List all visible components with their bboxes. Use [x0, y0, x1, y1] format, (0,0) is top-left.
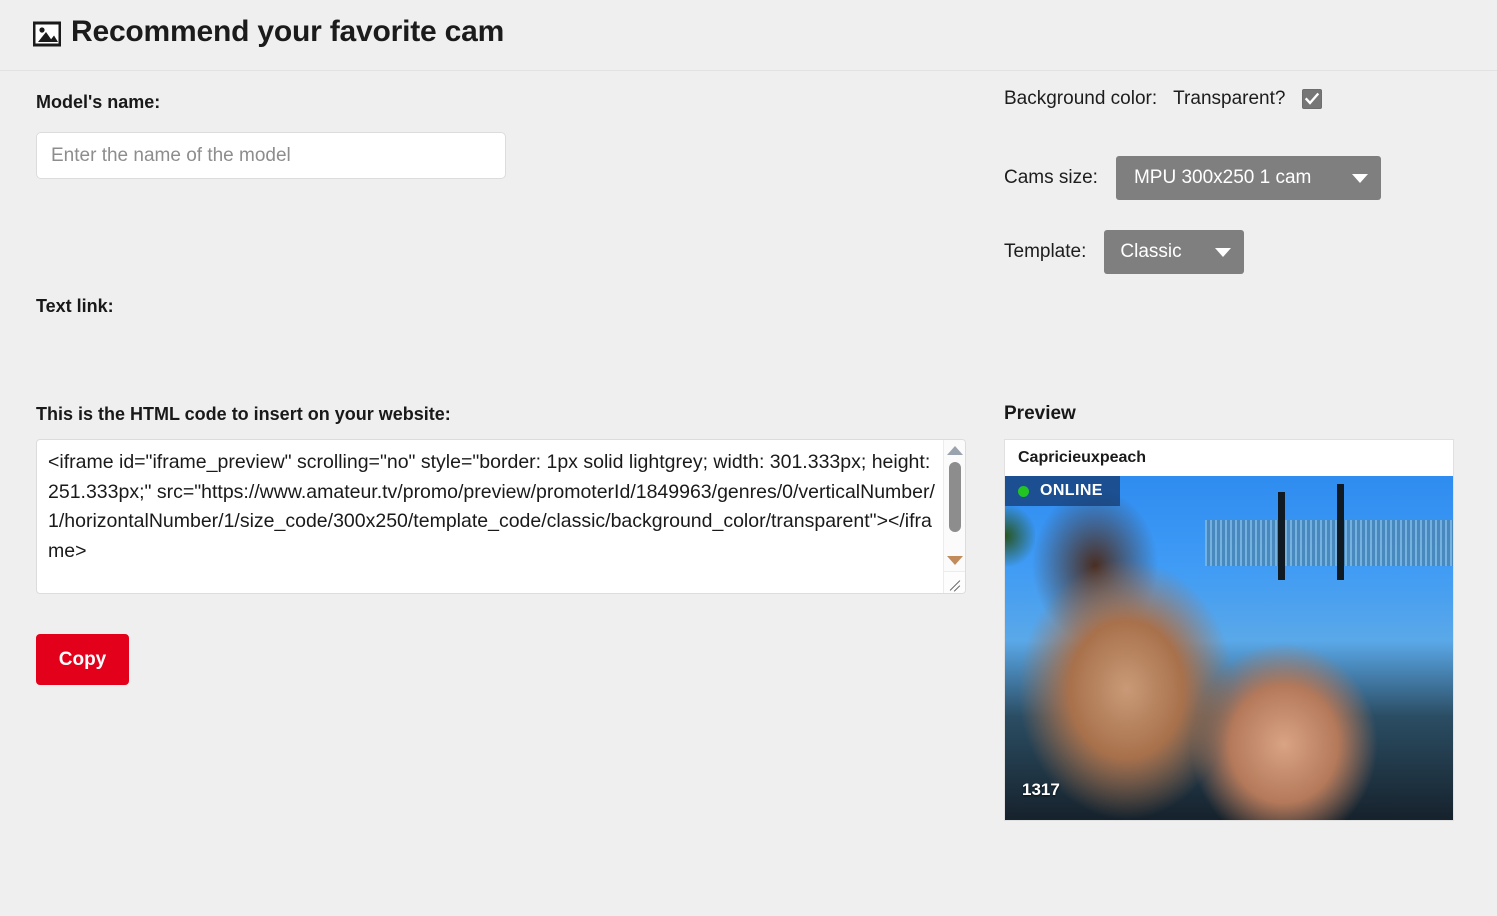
copy-button[interactable]: Copy	[36, 634, 129, 685]
post-decoration	[1278, 492, 1285, 580]
viewer-count: 1317	[1022, 780, 1060, 799]
background-color-label: Background color:	[1004, 88, 1158, 109]
template-value: Classic	[1120, 241, 1182, 262]
right-column: Background color: Transparent? Cams size…	[1000, 71, 1497, 916]
preview-card[interactable]: Capricieuxpeach ONLINE 1317	[1004, 439, 1454, 821]
page-title: Recommend your favorite cam	[71, 15, 505, 48]
scrollbar-thumb[interactable]	[949, 462, 961, 532]
preview-thumbnail[interactable]: ONLINE 1317	[1005, 476, 1453, 820]
page-header: Recommend your favorite cam	[0, 0, 1497, 71]
status-badge-label: ONLINE	[1040, 482, 1103, 499]
preview-heading: Preview	[1004, 403, 1076, 424]
scroll-down-arrow-icon[interactable]	[947, 556, 963, 565]
cams-size-row: Cams size: MPU 300x250 1 cam	[1004, 156, 1381, 200]
text-link-label: Text link:	[36, 296, 114, 316]
transparent-checkbox[interactable]	[1302, 89, 1323, 109]
left-column: Model's name: Text link: This is the HTM…	[0, 71, 1000, 916]
html-code-textarea[interactable]: <iframe id="iframe_preview" scrolling="n…	[36, 439, 966, 594]
transparent-label: Transparent?	[1173, 88, 1286, 109]
status-badge: ONLINE	[1005, 476, 1120, 506]
chevron-down-icon	[1215, 247, 1232, 257]
html-code-label: This is the HTML code to insert on your …	[36, 404, 451, 424]
cams-size-select[interactable]: MPU 300x250 1 cam	[1115, 156, 1381, 200]
model-name-label: Model's name:	[36, 92, 161, 112]
checkmark-icon	[1305, 92, 1320, 105]
cams-size-label: Cams size:	[1004, 167, 1098, 188]
textarea-resize-handle[interactable]	[943, 571, 965, 593]
template-label: Template:	[1004, 241, 1087, 262]
promo-tool-page: Recommend your favorite cam Model's name…	[0, 0, 1497, 916]
image-icon	[32, 21, 62, 47]
textarea-scrollbar[interactable]	[943, 440, 965, 571]
background-color-row: Background color: Transparent?	[1004, 88, 1323, 110]
post-decoration	[1337, 484, 1344, 580]
online-status-dot-icon	[1018, 485, 1029, 497]
cams-size-value: MPU 300x250 1 cam	[1133, 167, 1312, 188]
chevron-down-icon	[1351, 173, 1368, 183]
template-select[interactable]: Classic	[1104, 230, 1245, 274]
scroll-up-arrow-icon[interactable]	[947, 446, 963, 455]
model-name-input[interactable]	[36, 132, 506, 179]
html-code-text: <iframe id="iframe_preview" scrolling="n…	[48, 451, 936, 562]
preview-model-name: Capricieuxpeach	[1005, 440, 1453, 476]
foliage-decoration	[1005, 506, 1035, 566]
fence-decoration	[1205, 520, 1453, 566]
template-row: Template: Classic	[1004, 230, 1245, 274]
